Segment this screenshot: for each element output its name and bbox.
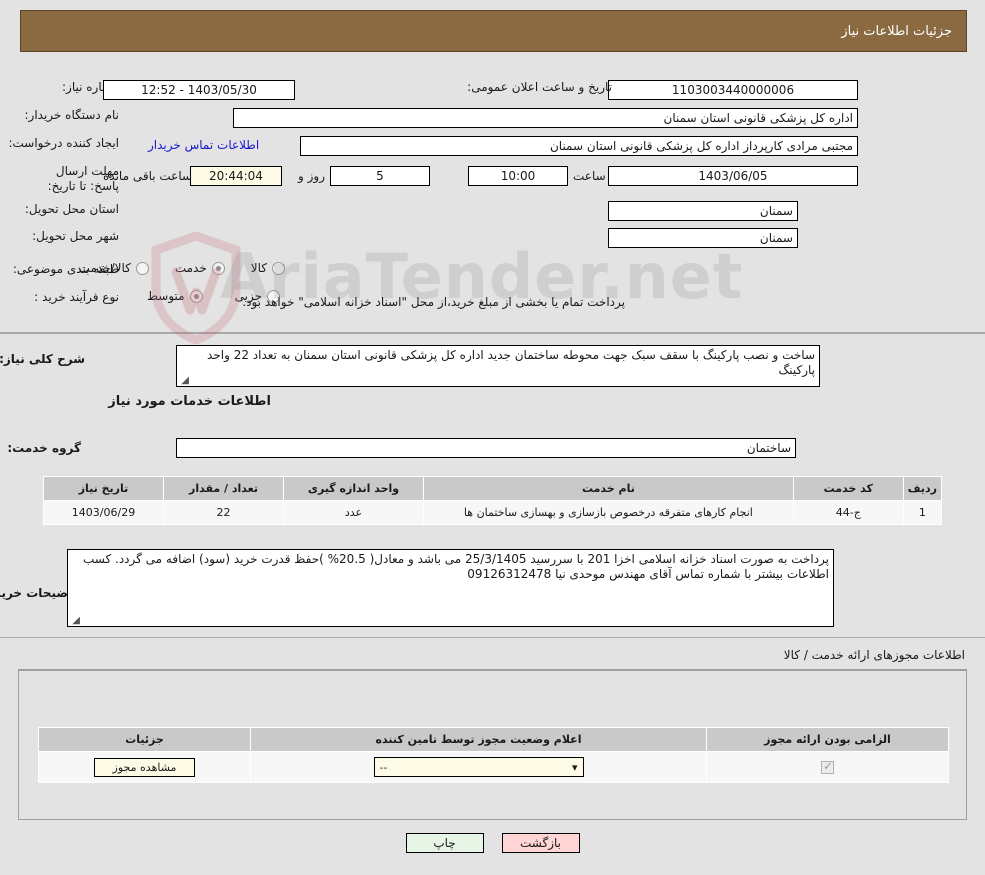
creator-field: مجتبی مرادی کارپرداز اداره کل پزشکی قانو… bbox=[300, 136, 858, 156]
category-option-label: کالا bbox=[250, 261, 267, 275]
city-label: شهر محل تحویل: bbox=[32, 229, 119, 243]
description-label-row: شرح کلی نیاز: bbox=[0, 352, 85, 366]
category-radio-kala-khedmat[interactable]: کالا/خدمت bbox=[79, 261, 149, 275]
licenses-section-label: اطلاعات مجوزهای ارائه خدمت / کالا bbox=[783, 648, 965, 662]
city-label-row: شهر محل تحویل: bbox=[32, 229, 119, 243]
cell-code: ج-44 bbox=[792, 500, 904, 525]
category-radio-khedmat[interactable]: خدمت bbox=[175, 261, 225, 275]
countdown-field: 20:44:04 bbox=[190, 166, 282, 186]
radio-icon[interactable] bbox=[135, 261, 149, 275]
buyer-notes-textarea[interactable]: پرداخت به صورت اسناد خزانه اسلامی اخزا 2… bbox=[67, 549, 834, 627]
print-button[interactable]: چاپ bbox=[405, 833, 484, 853]
category-option-label: کالا/خدمت bbox=[78, 261, 131, 275]
licenses-panel: الزامی بودن ارائه مجوز اعلام وضعیت مجوز … bbox=[18, 669, 967, 820]
days-remaining-field: 5 bbox=[330, 166, 430, 186]
process-option-label: متوسط bbox=[146, 289, 185, 303]
required-checkbox-checked-icon bbox=[821, 759, 834, 774]
description-textarea[interactable]: ساخت و نصب پارکینگ با سقف سبک جهت محوطه … bbox=[176, 345, 820, 387]
radio-icon[interactable] bbox=[211, 261, 225, 275]
table-row: 1 ج-44 انجام کارهای متفرقه درخصوص بازساز… bbox=[43, 500, 943, 525]
buyer-org-field: اداره کل پزشکی قانونی استان سمنان bbox=[233, 108, 858, 128]
announce-datetime-label-row: تاریخ و ساعت اعلان عمومی: bbox=[467, 80, 612, 94]
resize-grip-icon[interactable]: ◢ bbox=[179, 376, 189, 386]
cell-date: 1403/06/29 bbox=[43, 500, 164, 525]
cell-unit: عدد bbox=[283, 500, 424, 525]
resize-grip-icon[interactable]: ◢ bbox=[70, 616, 80, 626]
province-field: سمنان bbox=[608, 201, 798, 221]
province-label-row: استان محل تحویل: bbox=[25, 202, 119, 216]
buyer-org-label-row: نام دستگاه خریدار: bbox=[25, 108, 120, 122]
payment-note: پرداخت تمام یا بخشی از مبلغ خرید،از محل … bbox=[242, 295, 625, 309]
radio-icon[interactable] bbox=[189, 289, 203, 303]
chevron-down-icon: ▾ bbox=[571, 760, 578, 774]
cell-name: انجام کارهای متفرقه درخصوص بازسازی و بهس… bbox=[423, 500, 794, 525]
table-row: ▾ -- مشاهده مجوز bbox=[38, 751, 949, 783]
col-name: نام خدمت bbox=[423, 476, 794, 501]
page-title: جزئیات اطلاعات نیاز bbox=[841, 23, 952, 39]
col-date: تاریخ نیاز bbox=[43, 476, 164, 501]
cell-required bbox=[706, 751, 949, 783]
footer-button-bar: بازگشت چاپ bbox=[0, 833, 985, 853]
service-group-field: ساختمان bbox=[176, 438, 796, 458]
buyer-notes-value: پرداخت به صورت اسناد خزانه اسلامی اخزا 2… bbox=[82, 552, 829, 581]
services-section-title: اطلاعات خدمات مورد نیاز bbox=[108, 394, 271, 409]
services-table: ردیف کد خدمت نام خدمت واحد اندازه گیری ت… bbox=[43, 476, 943, 525]
cell-details: مشاهده مجوز bbox=[38, 751, 251, 783]
radio-icon[interactable] bbox=[272, 261, 285, 275]
process-label: نوع فرآیند خرید : bbox=[34, 290, 119, 304]
creator-label-row: ایجاد کننده درخواست: bbox=[8, 136, 119, 150]
col-index: ردیف bbox=[902, 476, 943, 501]
creator-label: ایجاد کننده درخواست: bbox=[8, 136, 119, 150]
licenses-table: الزامی بودن ارائه مجوز اعلام وضعیت مجوز … bbox=[38, 727, 949, 783]
process-label-row: نوع فرآیند خرید : bbox=[34, 290, 119, 304]
category-radio-kala[interactable]: کالا bbox=[251, 261, 285, 275]
province-label: استان محل تحویل: bbox=[24, 202, 119, 216]
license-status-value: -- bbox=[379, 760, 388, 774]
city-field: سمنان bbox=[608, 228, 798, 248]
process-radio-motavaset[interactable]: متوسط bbox=[147, 289, 203, 303]
license-status-select[interactable]: ▾ -- bbox=[373, 757, 584, 777]
deadline-date-field: 1403/06/05 bbox=[608, 166, 858, 186]
view-license-button[interactable]: مشاهده مجوز bbox=[93, 757, 196, 777]
description-label: شرح کلی نیاز: bbox=[0, 352, 85, 366]
need-number-field: 1103003440000006 bbox=[608, 80, 858, 100]
col-details: جزئیات bbox=[38, 727, 251, 752]
buyer-contact-link[interactable]: اطلاعات تماس خریدار bbox=[148, 138, 259, 152]
window-title-bar: جزئیات اطلاعات نیاز bbox=[20, 10, 967, 52]
announce-datetime-label: تاریخ و ساعت اعلان عمومی: bbox=[467, 80, 612, 94]
col-quantity: تعداد / مقدار bbox=[163, 476, 284, 501]
countdown-label: ساعت باقی مانده bbox=[103, 169, 193, 183]
days-label: روز و bbox=[298, 169, 325, 183]
cell-index: 1 bbox=[902, 500, 943, 525]
col-required: الزامی بودن ارائه مجوز bbox=[706, 727, 949, 752]
services-table-header-row: ردیف کد خدمت نام خدمت واحد اندازه گیری ت… bbox=[43, 476, 943, 501]
service-group-label: گروه خدمت: bbox=[7, 441, 81, 455]
description-value: ساخت و نصب پارکینگ با سقف سبک جهت محوطه … bbox=[207, 348, 815, 377]
col-status: اعلام وضعیت مجوز توسط تامین کننده bbox=[250, 727, 707, 752]
hour-field: 10:00 bbox=[468, 166, 568, 186]
service-group-label-row: گروه خدمت: bbox=[7, 441, 81, 455]
col-unit: واحد اندازه گیری bbox=[283, 476, 424, 501]
hour-label: ساعت bbox=[573, 169, 606, 183]
col-code: کد خدمت bbox=[792, 476, 904, 501]
cell-quantity: 22 bbox=[163, 500, 284, 525]
licenses-table-header-row: الزامی بودن ارائه مجوز اعلام وضعیت مجوز … bbox=[38, 727, 949, 752]
back-button[interactable]: بازگشت bbox=[501, 833, 580, 853]
cell-status: ▾ -- bbox=[250, 751, 707, 783]
page-root: جزئیات اطلاعات نیاز AriaTender.net شماره… bbox=[0, 0, 985, 875]
category-option-label: خدمت bbox=[174, 261, 207, 275]
category-radio-group: کالا خدمت کالا/خدمت bbox=[79, 261, 285, 275]
buyer-org-label: نام دستگاه خریدار: bbox=[24, 108, 120, 122]
announce-datetime-field: 1403/05/30 - 12:52 bbox=[103, 80, 295, 100]
